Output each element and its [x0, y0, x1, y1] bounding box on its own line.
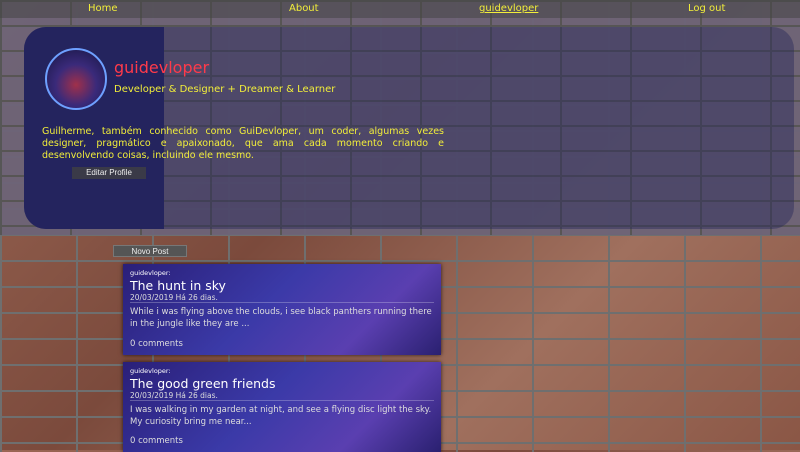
post-divider [130, 302, 434, 303]
nav-logout-link[interactable]: Log out [688, 3, 725, 14]
post-author: guidevloper: [130, 367, 171, 375]
avatar [45, 48, 107, 110]
post-excerpt: While i was flying above the clouds, i s… [130, 307, 432, 329]
post-date: 20/03/2019 Há 26 dias. [130, 391, 218, 400]
post-comments-link[interactable]: 0 comments [130, 436, 183, 446]
post-date: 20/03/2019 Há 26 dias. [130, 293, 218, 302]
post-title[interactable]: The good green friends [130, 376, 276, 391]
post-comments-link[interactable]: 0 comments [130, 339, 183, 349]
profile-tagline: Developer & Designer + Dreamer & Learner [114, 84, 336, 95]
edit-profile-button[interactable]: Editar Profile [72, 167, 146, 179]
profile-bio: Guilherme, também conhecido como GuiDevl… [42, 126, 444, 161]
nav-home-link[interactable]: Home [88, 3, 118, 14]
post-card[interactable]: guidevloper: The good green friends 20/0… [123, 362, 441, 452]
post-excerpt: I was walking in my garden at night, and… [130, 405, 432, 427]
post-title[interactable]: The hunt in sky [130, 278, 226, 293]
top-nav: Home About guidevloper Log out [0, 0, 800, 18]
nav-about-link[interactable]: About [289, 3, 319, 14]
post-author: guidevloper: [130, 269, 171, 277]
post-divider [130, 400, 434, 401]
nav-profile-link[interactable]: guidevloper [479, 3, 538, 14]
post-card[interactable]: guidevloper: The hunt in sky 20/03/2019 … [123, 264, 441, 355]
profile-username: guidevloper [114, 58, 210, 77]
new-post-button[interactable]: Novo Post [113, 245, 187, 257]
